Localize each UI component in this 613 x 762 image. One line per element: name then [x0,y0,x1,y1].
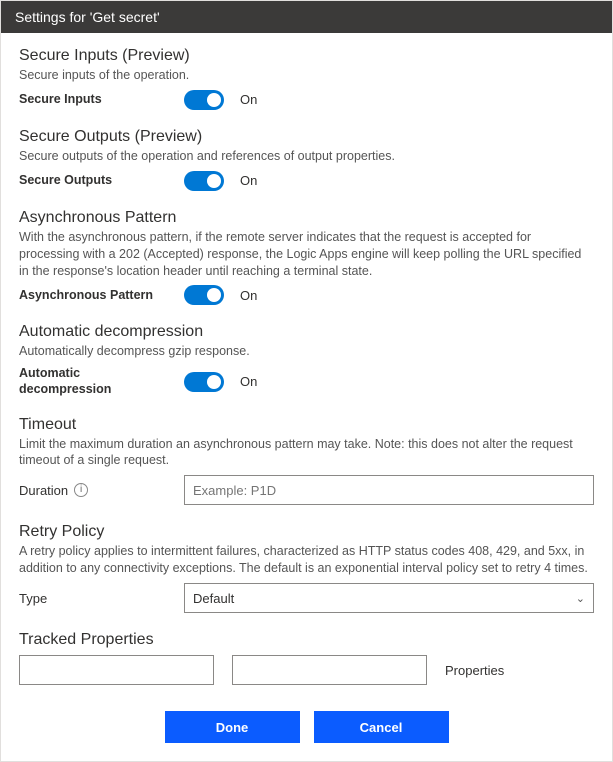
footer-buttons: Done Cancel [19,711,594,743]
auto-decompression-title: Automatic decompression [19,323,594,341]
retry-type-select[interactable]: Default ⌄ [184,583,594,613]
retry-type-value: Default [193,591,234,606]
tracked-title: Tracked Properties [19,631,594,649]
done-button[interactable]: Done [165,711,300,743]
tracked-properties-label: Properties [445,663,504,678]
panel-title: Settings for 'Get secret' [15,9,160,25]
retry-title: Retry Policy [19,523,594,541]
section-timeout: Timeout Limit the maximum duration an as… [19,416,594,506]
auto-decompression-state: On [240,374,257,389]
section-async-pattern: Asynchronous Pattern With the asynchrono… [19,209,594,306]
async-pattern-label: Asynchronous Pattern [19,288,174,304]
secure-outputs-state: On [240,173,257,188]
cancel-button[interactable]: Cancel [314,711,449,743]
secure-inputs-title: Secure Inputs (Preview) [19,47,594,65]
auto-decompression-toggle[interactable] [184,372,224,392]
secure-outputs-title: Secure Outputs (Preview) [19,128,594,146]
timeout-title: Timeout [19,416,594,434]
timeout-desc: Limit the maximum duration an asynchrono… [19,436,594,470]
panel-header: Settings for 'Get secret' [1,1,612,33]
timeout-label-text: Duration [19,483,68,498]
async-pattern-desc: With the asynchronous pattern, if the re… [19,229,594,280]
secure-outputs-label: Secure Outputs [19,173,174,189]
section-secure-inputs: Secure Inputs (Preview) Secure inputs of… [19,47,594,110]
info-icon[interactable]: i [74,483,88,497]
secure-outputs-desc: Secure outputs of the operation and refe… [19,148,594,165]
secure-inputs-toggle[interactable] [184,90,224,110]
tracked-value-input[interactable] [232,655,427,685]
chevron-down-icon: ⌄ [576,592,585,605]
async-pattern-title: Asynchronous Pattern [19,209,594,227]
secure-inputs-desc: Secure inputs of the operation. [19,67,594,84]
async-pattern-toggle[interactable] [184,285,224,305]
tracked-key-input[interactable] [19,655,214,685]
retry-desc: A retry policy applies to intermittent f… [19,543,594,577]
section-auto-decompression: Automatic decompression Automatically de… [19,323,594,397]
retry-type-label: Type [19,591,174,606]
section-retry-policy: Retry Policy A retry policy applies to i… [19,523,594,613]
panel-content: Secure Inputs (Preview) Secure inputs of… [1,33,612,761]
auto-decompression-label: Automatic decompression [19,366,174,397]
settings-panel: Settings for 'Get secret' Secure Inputs … [0,0,613,762]
section-tracked-properties: Tracked Properties Properties [19,631,594,685]
auto-decompression-desc: Automatically decompress gzip response. [19,343,594,360]
secure-inputs-label: Secure Inputs [19,92,174,108]
secure-outputs-toggle[interactable] [184,171,224,191]
duration-input[interactable] [184,475,594,505]
timeout-label: Duration i [19,483,174,498]
section-secure-outputs: Secure Outputs (Preview) Secure outputs … [19,128,594,191]
secure-inputs-state: On [240,92,257,107]
async-pattern-state: On [240,288,257,303]
